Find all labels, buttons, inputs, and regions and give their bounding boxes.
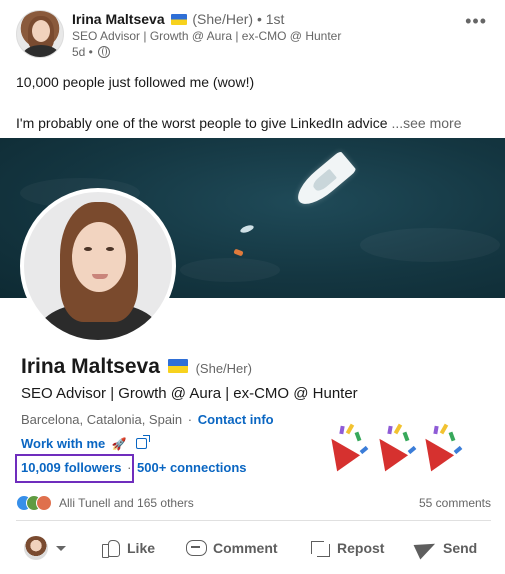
author-headline: SEO Advisor | Growth @ Aura | ex-CMO @ H…	[72, 29, 342, 43]
connection-degree: • 1st	[256, 11, 285, 27]
profile-name-line: Irina Maltseva (She/Her)	[21, 355, 252, 379]
profile-photo	[20, 188, 176, 344]
profile-headline: SEO Advisor | Growth @ Aura | ex-CMO @ H…	[21, 385, 358, 402]
send-button[interactable]: Send	[416, 526, 477, 570]
comment-label: Comment	[213, 540, 278, 556]
external-link-icon	[136, 435, 151, 449]
connections-count: 500+ connections	[137, 460, 247, 475]
profile-location: Barcelona, Catalonia, Spain	[21, 412, 183, 427]
separator: ·	[187, 412, 193, 427]
see-more-link[interactable]: ...see more	[391, 115, 461, 131]
ukraine-flag-icon	[167, 359, 188, 373]
globe-icon	[98, 46, 111, 58]
work-with-me-line: Work with me 🚀	[21, 435, 151, 451]
author-name[interactable]: Irina Maltseva	[72, 11, 165, 27]
rocket-icon: 🚀	[111, 437, 127, 451]
followers-highlight-box	[15, 454, 134, 483]
action-bar: Like Comment Repost Send	[16, 526, 491, 570]
comment-button[interactable]: Comment	[186, 526, 278, 570]
reactions-text[interactable]: Alli Tunell and 165 others	[59, 496, 194, 510]
author-info: Irina Maltseva (She/Her) • 1st SEO Advis…	[72, 10, 341, 60]
profile-pronouns: (She/Her)	[195, 361, 252, 376]
work-with-me-link: Work with me	[21, 436, 106, 451]
party-popper-icon	[319, 422, 372, 472]
ukraine-flag-icon	[170, 14, 187, 25]
thumbs-up-icon	[100, 538, 120, 558]
repost-label: Repost	[337, 540, 385, 556]
post-line: I'm probably one of the worst people to …	[16, 113, 491, 133]
orange-boat-image	[233, 248, 244, 257]
author-pronouns: (She/Her)	[192, 11, 254, 27]
profile-name: Irina Maltseva	[21, 355, 160, 378]
send-label: Send	[443, 540, 478, 556]
small-boat-image	[239, 223, 255, 235]
yacht-image	[291, 150, 357, 212]
like-label: Like	[127, 540, 156, 556]
post-time: 5d •	[72, 45, 93, 59]
send-icon	[416, 538, 436, 558]
repost-button[interactable]: Repost	[310, 526, 384, 570]
divider	[16, 520, 491, 521]
profile-location-line: Barcelona, Catalonia, Spain · Contact in…	[21, 412, 274, 427]
post-image[interactable]: Irina Maltseva (She/Her) SEO Advisor | G…	[0, 138, 505, 495]
more-options-icon[interactable]: •••	[465, 12, 487, 30]
party-popper-icon	[367, 422, 420, 472]
repost-icon	[310, 538, 330, 558]
caret-down-icon	[56, 545, 66, 551]
comments-count[interactable]: 55 comments	[419, 496, 491, 510]
social-counts: Alli Tunell and 165 others 55 comments	[16, 493, 491, 515]
post-header: Irina Maltseva (She/Her) • 1st SEO Advis…	[16, 10, 491, 62]
author-avatar[interactable]	[16, 10, 64, 58]
contact-info-link: Contact info	[197, 412, 274, 427]
party-popper-icon	[413, 422, 466, 472]
comment-icon	[186, 538, 207, 558]
post-line: 10,000 people just followed me (wow!)	[16, 74, 255, 90]
reaction-icons[interactable]	[16, 495, 56, 511]
love-reaction-icon	[36, 495, 52, 511]
post-line-text: I'm probably one of the worst people to …	[16, 115, 388, 131]
like-button[interactable]: Like	[100, 526, 155, 570]
reaction-identity-selector[interactable]	[24, 526, 66, 570]
user-avatar	[24, 536, 48, 560]
